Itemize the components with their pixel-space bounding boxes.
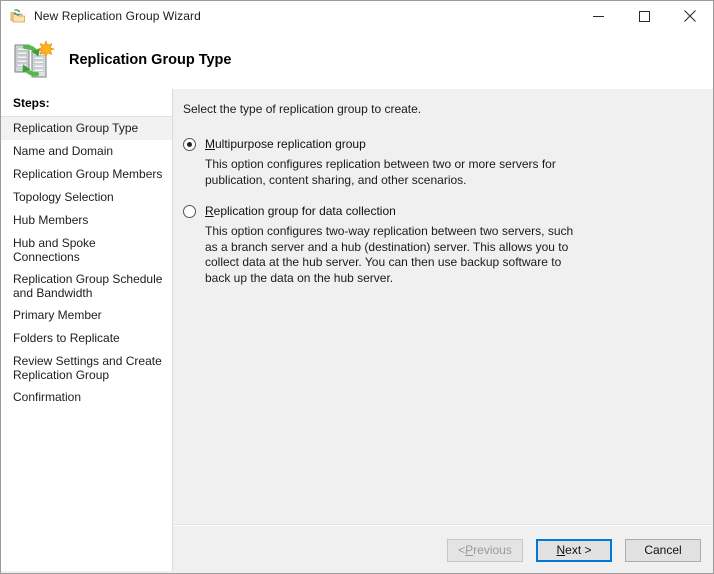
new-replication-group-wizard-window: New Replication Group Wizard — [0, 0, 714, 574]
sidebar-item[interactable]: Name and Domain — [1, 140, 172, 163]
sidebar-item-label: Folders to Replicate — [13, 331, 120, 345]
title-bar: New Replication Group Wizard — [1, 1, 713, 31]
sidebar-item-label: Replication Group Type — [13, 121, 138, 135]
option-description: This option configures replication betwe… — [205, 157, 587, 188]
wizard-footer: < Previous Next > Cancel — [173, 526, 713, 574]
sidebar-item[interactable]: Replication Group Schedule and Bandwidth — [1, 268, 172, 304]
option-description: This option configures two-way replicati… — [205, 224, 587, 286]
accelerator-char: R — [205, 204, 214, 218]
steps-list: Replication Group Type Name and Domain Rep… — [1, 116, 172, 409]
close-button[interactable] — [667, 1, 713, 31]
option-multipurpose-replication-group[interactable]: Multipurpose replication group This opti… — [183, 137, 699, 188]
sidebar-item[interactable]: Replication Group Type — [1, 117, 172, 140]
sidebar-item[interactable]: Replication Group Members — [1, 163, 172, 186]
accelerator-char: N — [556, 543, 565, 557]
previous-rest: revious — [473, 543, 512, 557]
maximize-button[interactable] — [621, 1, 667, 31]
sidebar-item-label: Replication Group Schedule and Bandwidth — [13, 272, 162, 300]
window-controls — [575, 1, 713, 31]
replication-servers-icon — [11, 38, 55, 82]
sidebar-item-label: Hub Members — [13, 213, 88, 227]
accelerator-char: P — [465, 543, 473, 557]
option-label-rest: eplication group for data collection — [214, 204, 396, 218]
sidebar-item[interactable]: Hub and Spoke Connections — [1, 232, 172, 268]
next-rest: ext > — [565, 543, 591, 557]
wizard-body: Steps: Replication Group Type Name and Do… — [1, 89, 713, 574]
option-label-rest: ultipurpose replication group — [215, 137, 366, 151]
option-replication-group-for-data-collection[interactable]: Replication group for data collection Th… — [183, 204, 699, 286]
previous-prefix: < — [458, 543, 465, 557]
sidebar-item[interactable]: Folders to Replicate — [1, 327, 172, 350]
sidebar-item-label: Name and Domain — [13, 144, 113, 158]
sidebar-item[interactable]: Hub Members — [1, 209, 172, 232]
accelerator-char: M — [205, 137, 215, 151]
cancel-button[interactable]: Cancel — [625, 539, 701, 562]
wizard-header: Replication Group Type — [1, 31, 713, 89]
sidebar-item[interactable]: Review Settings and Create Replication G… — [1, 350, 172, 386]
next-button[interactable]: Next > — [536, 539, 612, 562]
instruction-text: Select the type of replication group to … — [183, 102, 699, 117]
sidebar-item[interactable]: Topology Selection — [1, 186, 172, 209]
sidebar-item-label: Confirmation — [13, 390, 81, 404]
steps-sidebar: Steps: Replication Group Type Name and Do… — [1, 89, 173, 574]
minimize-button[interactable] — [575, 1, 621, 31]
sidebar-item[interactable]: Confirmation — [1, 386, 172, 409]
previous-button[interactable]: < Previous — [447, 539, 523, 562]
sidebar-item-label: Replication Group Members — [13, 167, 162, 181]
option-label: Replication group for data collection — [205, 204, 396, 218]
sidebar-item-label: Hub and Spoke Connections — [13, 236, 96, 264]
replication-group-wizard-icon — [10, 8, 26, 24]
option-row[interactable]: Replication group for data collection — [183, 204, 699, 218]
option-row[interactable]: Multipurpose replication group — [183, 137, 699, 151]
page-title: Replication Group Type — [69, 52, 231, 68]
content-area: Select the type of replication group to … — [173, 89, 713, 524]
window-bottom-edge — [1, 571, 713, 573]
option-label: Multipurpose replication group — [205, 137, 366, 151]
radio-replication-group-for-data-collection[interactable] — [183, 205, 196, 218]
sidebar-item[interactable]: Primary Member — [1, 304, 172, 327]
content-pane: Select the type of replication group to … — [173, 89, 713, 574]
window-title: New Replication Group Wizard — [34, 9, 201, 23]
sidebar-item-label: Review Settings and Create Replication G… — [13, 354, 162, 382]
sidebar-item-label: Primary Member — [13, 308, 102, 322]
steps-heading: Steps: — [1, 96, 172, 116]
radio-multipurpose-replication-group[interactable] — [183, 138, 196, 151]
sidebar-item-label: Topology Selection — [13, 190, 114, 204]
